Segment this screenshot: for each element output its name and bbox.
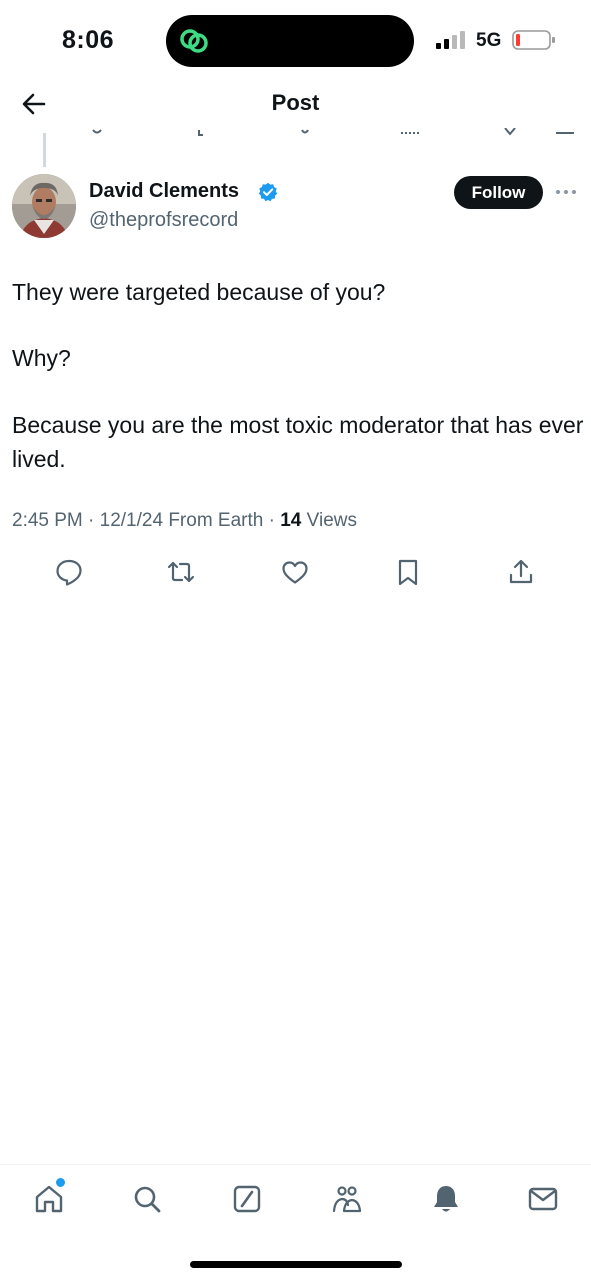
home-unread-dot [56, 1178, 65, 1187]
top-header: Post [0, 80, 591, 130]
post-paragraph: Because you are the most toxic moderator… [12, 412, 584, 472]
post-timestamp[interactable]: 2:45 PM · 12/1/24 From Earth · [12, 510, 275, 531]
post-paragraph: They were targeted because of you? [12, 279, 386, 305]
dynamic-island [166, 15, 414, 67]
bookmark-icon[interactable] [393, 557, 423, 587]
status-time: 8:06 [62, 26, 115, 54]
verified-badge-icon [258, 182, 278, 202]
cellular-signal-icon [436, 31, 465, 49]
views-count: 14 [280, 510, 302, 531]
post-metadata: 2:45 PM · 12/1/24 From Earth · 14 Views [12, 510, 357, 532]
home-icon[interactable] [33, 1183, 65, 1215]
link-rings-icon [180, 29, 208, 53]
avatar-image [12, 174, 76, 238]
avatar[interactable] [12, 174, 76, 238]
share-icon[interactable] [506, 557, 536, 587]
author-name[interactable]: David Clements [89, 180, 239, 203]
home-indicator[interactable] [190, 1261, 402, 1268]
page-title: Post [271, 90, 320, 115]
messages-icon[interactable] [527, 1183, 559, 1215]
repost-icon[interactable] [166, 557, 196, 587]
more-options-icon[interactable] [554, 182, 578, 202]
communities-icon[interactable] [331, 1183, 363, 1215]
grok-icon[interactable] [231, 1183, 263, 1215]
like-icon[interactable] [280, 557, 310, 587]
reply-icon[interactable] [54, 557, 84, 587]
author-handle[interactable]: @theprofsrecord [89, 209, 238, 232]
follow-button[interactable]: Follow [454, 176, 543, 209]
status-bar: 8:06 5G [0, 0, 591, 80]
notifications-icon[interactable] [430, 1183, 462, 1215]
views-label: Views [306, 510, 357, 531]
post-paragraph: Why? [12, 345, 71, 371]
search-icon[interactable] [131, 1183, 163, 1215]
thread-connector-line [43, 133, 46, 167]
network-type: 5G [476, 30, 502, 51]
scrolled-previous-actions [92, 128, 574, 136]
battery-low-icon [512, 30, 555, 50]
